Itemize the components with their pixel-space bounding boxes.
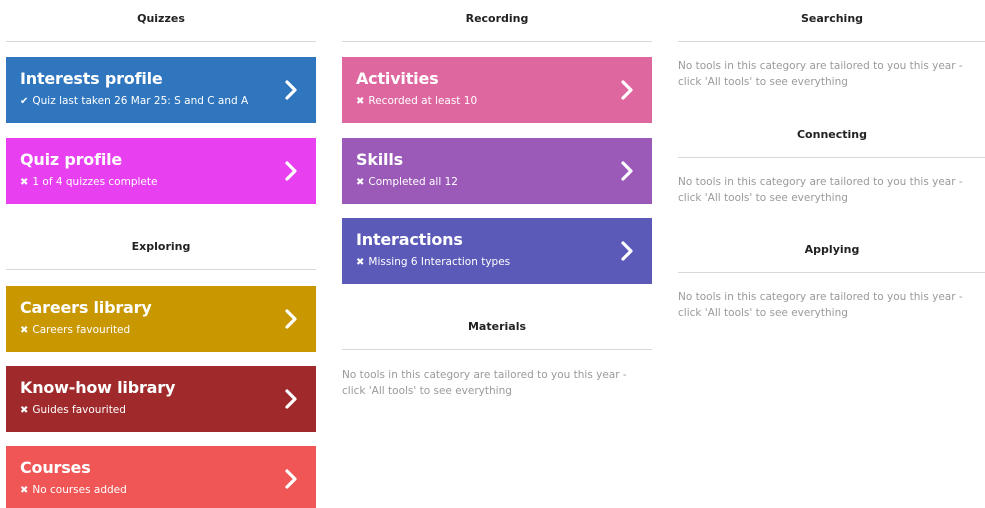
- tile-know-how-library[interactable]: Know-how library ✖ Guides favourited: [6, 366, 316, 432]
- check-icon: ✔: [20, 96, 29, 107]
- cross-icon: ✖: [356, 177, 365, 188]
- chevron-right-icon: [620, 160, 634, 182]
- chevron-right-icon: [284, 388, 298, 410]
- tile-skills[interactable]: Skills ✖ Completed all 12: [342, 138, 652, 204]
- tile-status-text: Missing 6 Interaction types: [368, 256, 511, 268]
- tile-status-text: Careers favourited: [32, 324, 131, 336]
- chevron-right-icon: [284, 308, 298, 330]
- cross-icon: ✖: [20, 325, 29, 336]
- tile-status: ✖ Careers favourited: [20, 324, 130, 336]
- chevron-right-icon: [620, 79, 634, 101]
- tile-title: Interactions: [356, 230, 463, 249]
- cross-icon: ✖: [356, 96, 365, 107]
- tile-status: ✖ Guides favourited: [20, 404, 126, 416]
- cross-icon: ✖: [20, 485, 29, 496]
- tile-title: Courses: [20, 458, 91, 477]
- section-title-quizzes: Quizzes: [6, 0, 316, 42]
- tile-title: Quiz profile: [20, 150, 123, 169]
- tile-status-text: No courses added: [32, 484, 127, 496]
- tile-courses[interactable]: Courses ✖ No courses added: [6, 446, 316, 508]
- tile-title: Activities: [356, 69, 439, 88]
- cross-icon: ✖: [20, 405, 29, 416]
- section-title-materials: Materials: [342, 308, 652, 350]
- cross-icon: ✖: [20, 177, 29, 188]
- tile-status: ✖ Recorded at least 10: [356, 95, 477, 107]
- tile-status: ✖ No courses added: [20, 484, 127, 496]
- section-title-exploring: Exploring: [6, 228, 316, 270]
- tile-status: ✔ Quiz last taken 26 Mar 25: S and C and …: [20, 95, 248, 107]
- chevron-right-icon: [284, 468, 298, 490]
- empty-category-note: No tools in this category are tailored t…: [678, 291, 963, 319]
- section-title-applying: Applying: [678, 231, 985, 273]
- tile-title: Interests profile: [20, 69, 163, 88]
- tile-title: Careers library: [20, 298, 152, 317]
- tile-status-text: Guides favourited: [32, 404, 126, 416]
- tile-status: ✖ 1 of 4 quizzes complete: [20, 176, 157, 188]
- tile-title: Skills: [356, 150, 403, 169]
- chevron-right-icon: [284, 79, 298, 101]
- section-title-connecting: Connecting: [678, 116, 985, 158]
- chevron-right-icon: [284, 160, 298, 182]
- empty-category-note: No tools in this category are tailored t…: [678, 176, 963, 204]
- empty-category-note: No tools in this category are tailored t…: [678, 60, 963, 88]
- tile-activities[interactable]: Activities ✖ Recorded at least 10: [342, 57, 652, 123]
- chevron-right-icon: [620, 240, 634, 262]
- tile-status-text: Completed all 12: [368, 176, 458, 188]
- tile-status: ✖ Missing 6 Interaction types: [356, 256, 510, 268]
- section-title-searching: Searching: [678, 0, 985, 42]
- tile-status-text: 1 of 4 quizzes complete: [32, 176, 158, 188]
- tile-quiz-profile[interactable]: Quiz profile ✖ 1 of 4 quizzes complete: [6, 138, 316, 204]
- tile-title: Know-how library: [20, 378, 176, 397]
- tile-interests-profile[interactable]: Interests profile ✔ Quiz last taken 26 Ma…: [6, 57, 316, 123]
- tile-status-text: Recorded at least 10: [368, 95, 478, 107]
- tile-interactions[interactable]: Interactions ✖ Missing 6 Interaction type…: [342, 218, 652, 284]
- tile-careers-library[interactable]: Careers library ✖ Careers favourited: [6, 286, 316, 352]
- cross-icon: ✖: [356, 257, 365, 268]
- empty-category-note: No tools in this category are tailored t…: [342, 369, 627, 397]
- tile-status: ✖ Completed all 12: [356, 176, 458, 188]
- tile-status-text: Quiz last taken 26 Mar 25: S and C and A: [32, 95, 249, 107]
- section-title-recording: Recording: [342, 0, 652, 42]
